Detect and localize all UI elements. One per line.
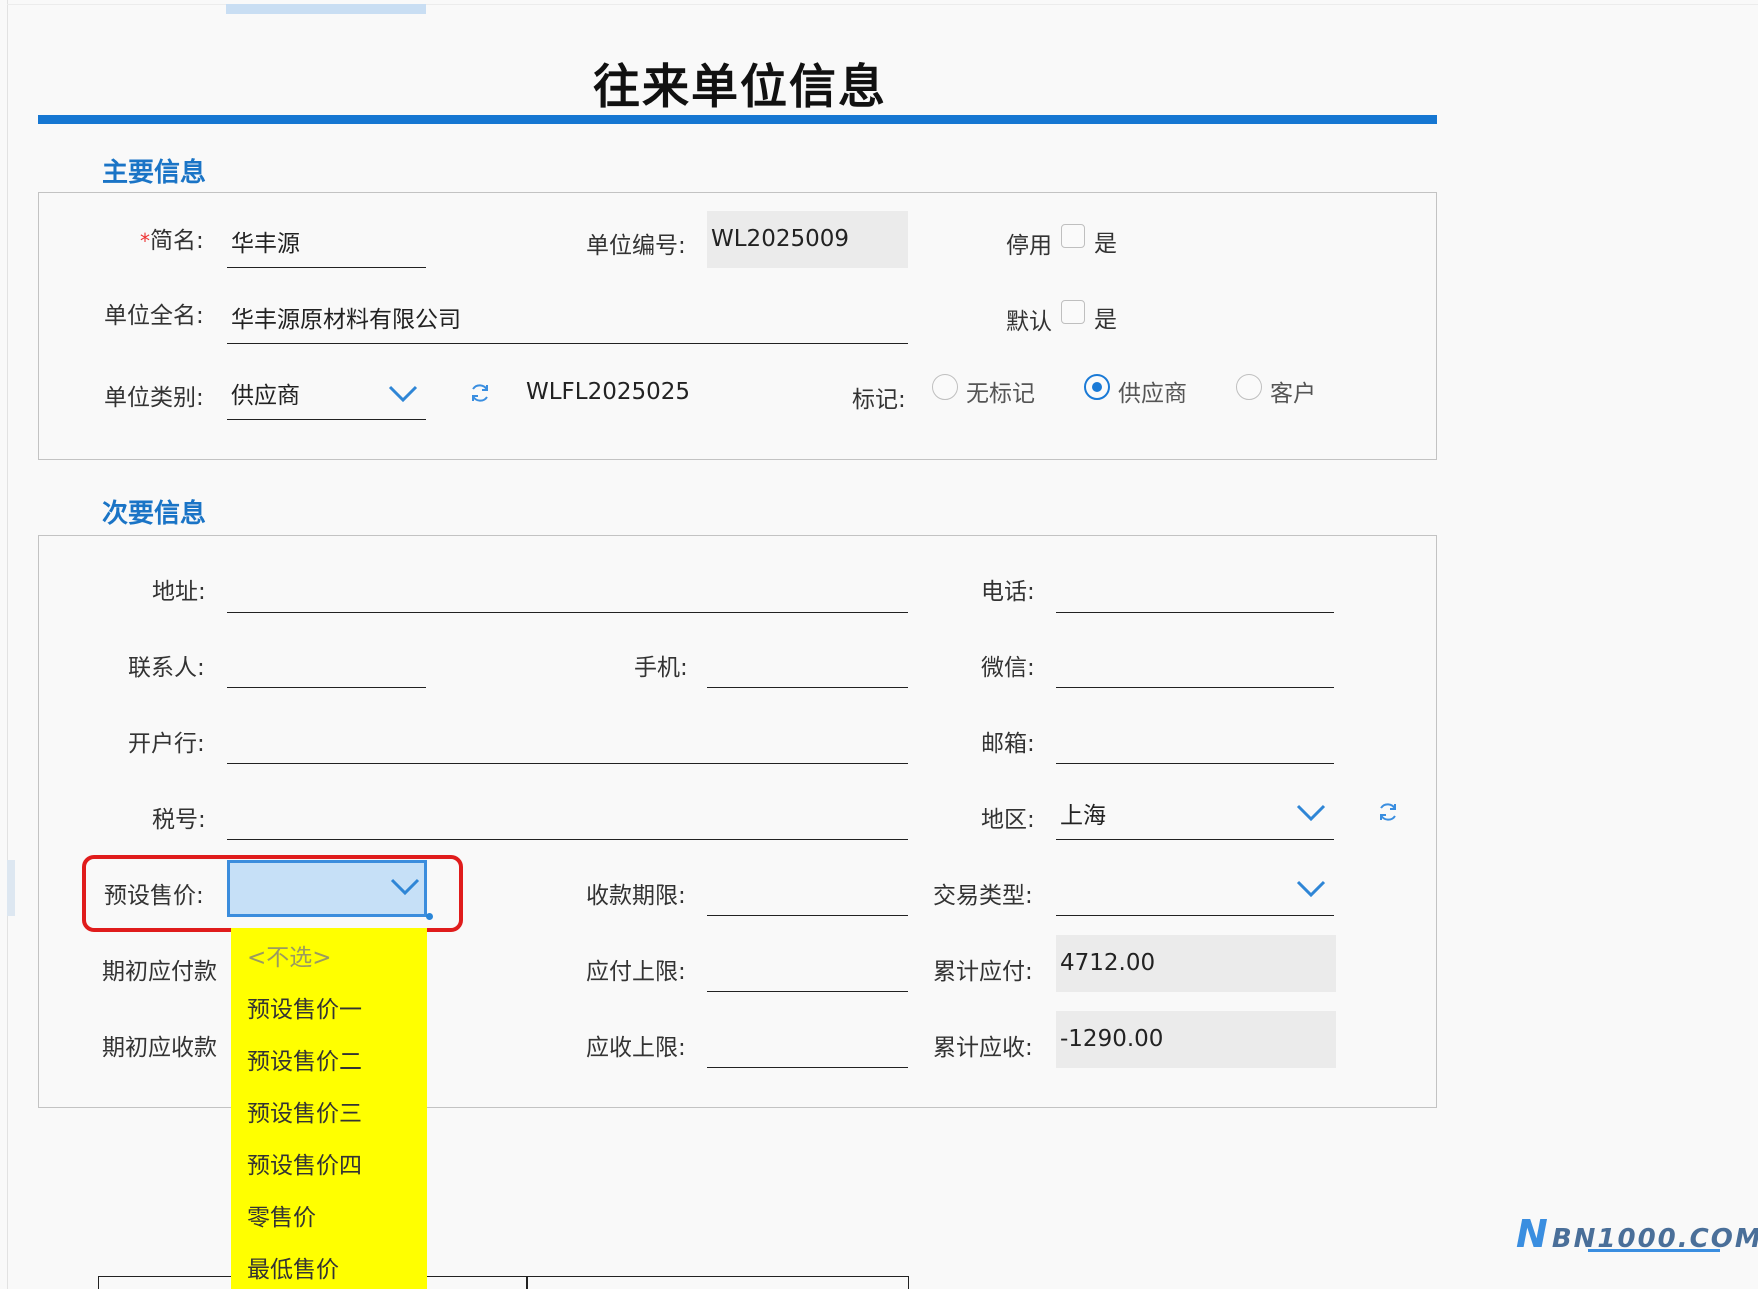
required-mark: * — [140, 229, 150, 253]
payable-limit-label: 应付上限: — [586, 959, 686, 985]
receivable-limit-input[interactable] — [707, 1022, 908, 1068]
full-name-label: 单位全名: — [104, 303, 204, 329]
watermark-letter: N — [1516, 1212, 1550, 1256]
total-payable-value: 4712.00 — [1060, 950, 1156, 976]
region-select[interactable]: 上海 — [1056, 794, 1334, 840]
short-name-value: 华丰源 — [231, 231, 300, 257]
window-left-border — [7, 0, 8, 1289]
default-checkbox[interactable] — [1061, 300, 1085, 324]
dropdown-option[interactable]: 预设售价三 — [247, 1094, 362, 1128]
refresh-icon[interactable] — [468, 381, 492, 405]
short-name-input[interactable]: 华丰源 — [227, 222, 426, 268]
total-payable-field: 4712.00 — [1056, 935, 1336, 992]
category-select[interactable]: 供应商 — [227, 374, 426, 420]
tax-no-label: 税号: — [152, 807, 206, 833]
receivable-limit-label: 应收上限: — [586, 1035, 686, 1061]
tax-no-input[interactable] — [227, 794, 908, 840]
title-underline — [38, 115, 1437, 124]
page-title: 往来单位信息 — [593, 60, 887, 115]
total-receivable-field: -1290.00 — [1056, 1011, 1336, 1068]
bank-label: 开户行: — [128, 731, 205, 757]
payment-term-label: 收款期限: — [586, 883, 686, 909]
disabled-option: 是 — [1094, 231, 1117, 257]
dropdown-option[interactable]: 预设售价四 — [247, 1146, 362, 1180]
code-field: WL2025009 — [707, 211, 908, 268]
annotation-highlight-box — [82, 855, 463, 932]
chevron-down-icon — [388, 385, 418, 403]
default-option: 是 — [1094, 307, 1117, 333]
trade-type-select[interactable] — [1056, 870, 1334, 916]
default-label: 默认 — [1006, 309, 1052, 335]
short-name-label-text: 简名: — [150, 228, 204, 254]
primary-section-title: 主要信息 — [102, 158, 207, 188]
full-name-value: 华丰源原材料有限公司 — [231, 307, 461, 333]
dropdown-option-none[interactable]: <不选> — [247, 938, 332, 972]
watermark-underline — [1588, 1249, 1720, 1252]
dropdown-option[interactable]: 预设售价二 — [247, 1042, 362, 1076]
wechat-label: 微信: — [981, 655, 1035, 681]
bottom-table-edge — [98, 1276, 909, 1289]
disabled-label: 停用 — [1006, 233, 1052, 259]
mobile-label: 手机: — [634, 655, 688, 681]
mark-radio-none[interactable] — [932, 374, 958, 400]
category-label: 单位类别: — [104, 385, 204, 411]
email-label: 邮箱: — [981, 731, 1035, 757]
mark-option-supplier: 供应商 — [1118, 381, 1187, 407]
dropdown-option[interactable]: 预设售价一 — [247, 990, 362, 1024]
contact-label: 联系人: — [128, 655, 205, 681]
bank-input[interactable] — [227, 718, 908, 764]
phone-label: 电话: — [981, 579, 1035, 605]
refresh-icon[interactable] — [1376, 800, 1400, 824]
region-value: 上海 — [1060, 803, 1106, 829]
mark-radio-supplier[interactable] — [1084, 374, 1110, 400]
full-name-input[interactable]: 华丰源原材料有限公司 — [227, 298, 908, 344]
email-input[interactable] — [1056, 718, 1334, 764]
dropdown-option[interactable]: 零售价 — [247, 1198, 316, 1232]
total-receivable-value: -1290.00 — [1060, 1026, 1164, 1052]
phone-input[interactable] — [1056, 567, 1334, 613]
preset-price-dropdown-list: <不选> 预设售价一 预设售价二 预设售价三 预设售价四 零售价 最低售价 — [231, 928, 427, 1289]
side-marker — [7, 860, 15, 916]
bottom-table-separator — [526, 1276, 528, 1289]
total-payable-label: 累计应付: — [933, 959, 1033, 985]
tab-strip[interactable] — [226, 4, 426, 14]
category-code: WLFL2025025 — [526, 379, 691, 405]
payment-term-input[interactable] — [707, 870, 908, 916]
total-receivable-label: 累计应收: — [933, 1035, 1033, 1061]
dropdown-option[interactable]: 最低售价 — [247, 1250, 339, 1284]
mark-label: 标记: — [852, 387, 906, 413]
address-label: 地址: — [152, 579, 206, 605]
chevron-down-icon — [1296, 880, 1326, 898]
disabled-checkbox[interactable] — [1061, 224, 1085, 248]
initial-receivable-label: 期初应收款 — [102, 1035, 217, 1061]
mark-option-customer: 客户 — [1270, 381, 1316, 407]
secondary-section-title: 次要信息 — [102, 499, 207, 529]
trade-type-label: 交易类型: — [933, 883, 1033, 909]
address-input[interactable] — [227, 567, 908, 613]
code-value: WL2025009 — [711, 226, 849, 252]
mark-option-none: 无标记 — [966, 381, 1035, 407]
code-label: 单位编号: — [586, 233, 686, 259]
mark-radio-customer[interactable] — [1236, 374, 1262, 400]
payable-limit-input[interactable] — [707, 946, 908, 992]
short-name-label: *简名: — [140, 221, 204, 255]
region-label: 地区: — [981, 807, 1035, 833]
contact-input[interactable] — [227, 642, 426, 688]
initial-payable-label: 期初应付款 — [102, 959, 217, 985]
mobile-input[interactable] — [707, 642, 908, 688]
chevron-down-icon — [1296, 804, 1326, 822]
wechat-input[interactable] — [1056, 642, 1334, 688]
